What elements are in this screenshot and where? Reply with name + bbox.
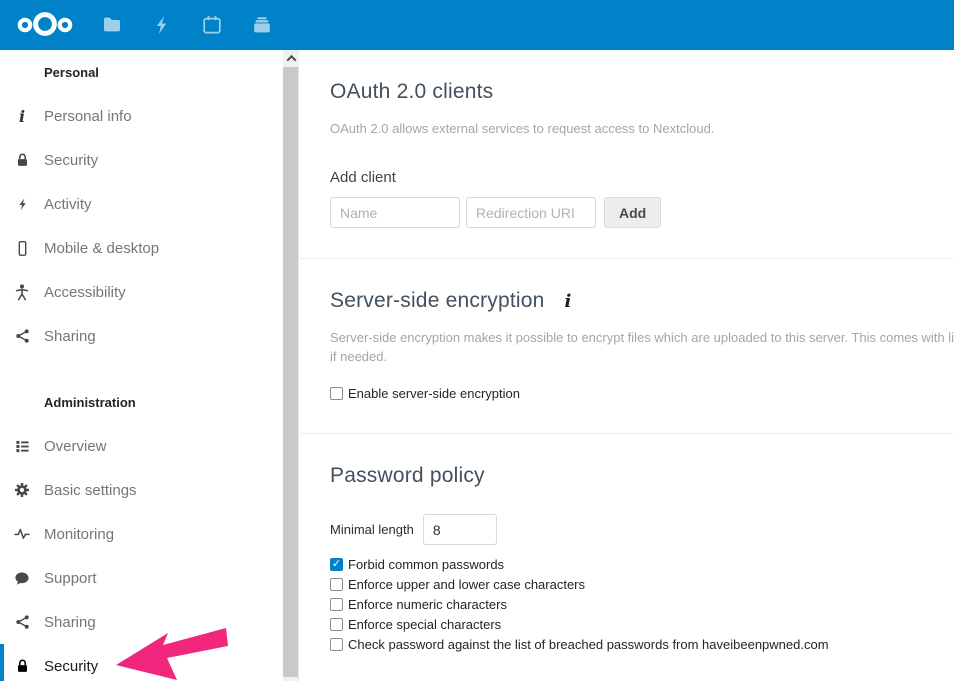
lock-icon xyxy=(14,151,30,169)
client-name-input[interactable] xyxy=(330,197,460,228)
enforce-numeric-checkbox[interactable] xyxy=(330,598,343,611)
encryption-section: Server-side encryption i Server-side enc… xyxy=(300,259,954,434)
redirection-uri-input[interactable] xyxy=(466,197,596,228)
enable-encryption-label: Enable server-side encryption xyxy=(348,386,520,401)
encryption-description: Server-side encryption makes it possible… xyxy=(330,328,954,366)
list-overview-icon xyxy=(14,437,30,455)
gear-icon xyxy=(14,481,30,499)
password-policy-checkbox-list: Forbid common passwords Enforce upper an… xyxy=(330,554,954,654)
info-tooltip-icon[interactable]: i xyxy=(565,291,572,312)
enable-encryption-row: Enable server-side encryption xyxy=(330,383,954,403)
sidebar-item-activity[interactable]: Activity xyxy=(0,182,283,226)
enforce-special-checkbox[interactable] xyxy=(330,618,343,631)
add-client-button[interactable]: Add xyxy=(604,197,661,228)
pulse-icon xyxy=(14,525,30,543)
oauth-section-title: OAuth 2.0 clients xyxy=(330,80,954,104)
app-launcher xyxy=(87,0,287,50)
activity-bolt-icon[interactable] xyxy=(137,0,187,50)
files-folder-icon[interactable] xyxy=(87,0,137,50)
add-client-form: Add xyxy=(330,197,954,228)
sidebar-item-sharing[interactable]: Sharing xyxy=(0,314,283,358)
app-body: Personal Personal info Security xyxy=(0,50,954,681)
deck-stack-icon[interactable] xyxy=(237,0,287,50)
policy-row: Enforce special characters xyxy=(330,614,954,634)
sidebar-item-admin-sharing[interactable]: Sharing xyxy=(0,600,283,644)
sidebar-item-security[interactable]: Security xyxy=(0,138,283,182)
policy-row: Enforce upper and lower case characters xyxy=(330,574,954,594)
bolt-icon xyxy=(14,195,30,213)
enable-encryption-checkbox[interactable] xyxy=(330,387,343,400)
password-policy-title: Password policy xyxy=(330,464,954,488)
add-client-label: Add client xyxy=(330,169,954,186)
sidebar-item-personal-info[interactable]: Personal info xyxy=(0,94,283,138)
top-header-bar xyxy=(0,0,954,50)
calendar-icon[interactable] xyxy=(187,0,237,50)
sidebar-item-admin-monitoring[interactable]: Monitoring xyxy=(0,512,283,556)
minimal-length-input[interactable] xyxy=(423,514,497,545)
lock-icon xyxy=(14,657,30,675)
settings-sidebar: Personal Personal info Security xyxy=(0,50,300,681)
scrollbar-thumb[interactable] xyxy=(283,67,298,677)
sidebar-item-admin-overview[interactable]: Overview xyxy=(0,424,283,468)
share-icon xyxy=(14,327,30,345)
scrollbar-up-button[interactable] xyxy=(283,50,299,67)
minimal-length-label: Minimal length xyxy=(330,522,414,537)
check-haveibeenpwned-checkbox[interactable] xyxy=(330,638,343,651)
chat-bubble-icon xyxy=(14,569,30,587)
policy-row: Forbid common passwords xyxy=(330,554,954,574)
sidebar-caption-administration: Administration xyxy=(0,380,283,424)
sidebar-item-accessibility[interactable]: Accessibility xyxy=(0,270,283,314)
info-icon xyxy=(14,107,30,125)
settings-content: OAuth 2.0 clients OAuth 2.0 allows exter… xyxy=(300,50,954,681)
sidebar-scrollbar[interactable] xyxy=(283,50,299,681)
password-policy-section: Password policy Minimal length Forbid co… xyxy=(300,434,954,681)
encryption-section-title: Server-side encryption xyxy=(330,289,545,313)
policy-row: Check password against the list of breac… xyxy=(330,634,954,654)
policy-row: Enforce numeric characters xyxy=(330,594,954,614)
phone-icon xyxy=(14,239,30,257)
sidebar-item-mobile-desktop[interactable]: Mobile & desktop xyxy=(0,226,283,270)
sidebar-caption-personal: Personal xyxy=(0,50,283,94)
sidebar-item-admin-basic-settings[interactable]: Basic settings xyxy=(0,468,283,512)
nextcloud-logo-icon[interactable] xyxy=(13,8,77,42)
share-icon xyxy=(14,613,30,631)
minimal-length-row: Minimal length xyxy=(330,514,954,545)
oauth-section: OAuth 2.0 clients OAuth 2.0 allows exter… xyxy=(300,50,954,259)
enforce-upper-lower-checkbox[interactable] xyxy=(330,578,343,591)
accessibility-person-icon xyxy=(14,283,30,301)
oauth-section-description: OAuth 2.0 allows external services to re… xyxy=(330,119,954,138)
chevron-up-icon xyxy=(286,55,296,65)
forbid-common-passwords-checkbox[interactable] xyxy=(330,558,343,571)
sidebar-item-admin-security[interactable]: Security xyxy=(0,644,283,681)
sidebar-item-admin-support[interactable]: Support xyxy=(0,556,283,600)
